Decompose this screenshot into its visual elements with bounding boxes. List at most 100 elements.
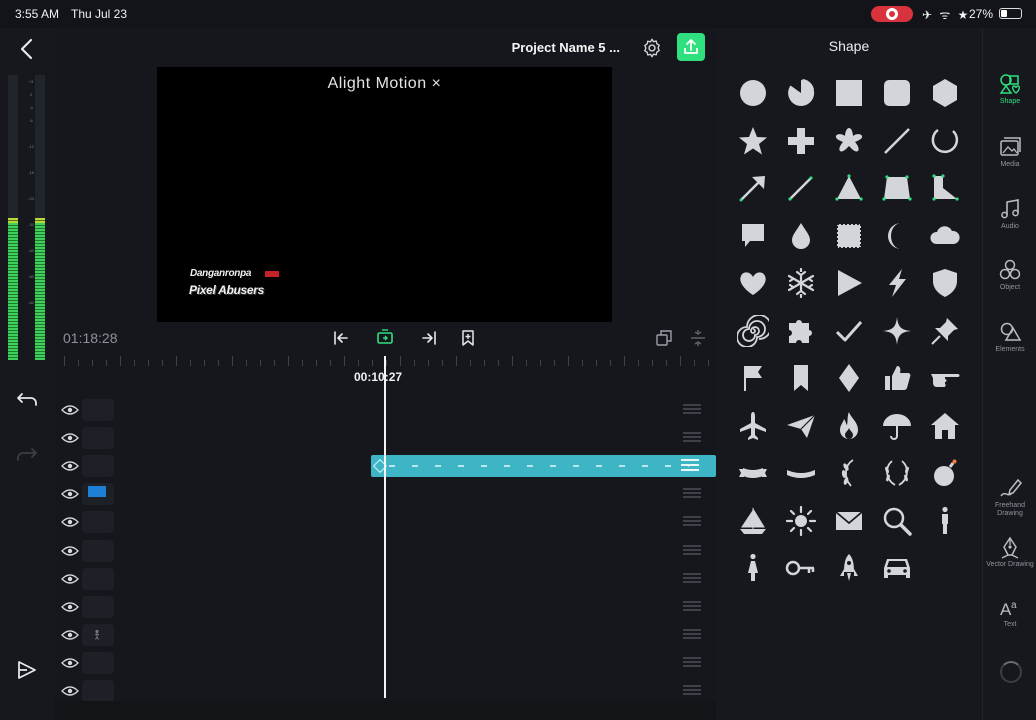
share-button[interactable] [677,33,705,61]
collapse-timeline-icon[interactable] [688,328,708,348]
layer-drag-handle[interactable] [683,572,701,585]
pointing-hand-icon[interactable] [929,362,961,394]
render-export-icon[interactable] [14,657,40,683]
layer-thumbnail[interactable] [82,567,114,590]
man-icon[interactable] [929,505,961,537]
triangle-mesh-icon[interactable] [833,172,865,204]
magnifier-icon[interactable] [881,505,913,537]
undo-icon[interactable] [14,385,40,411]
timeline-scroll-area[interactable] [54,701,716,720]
flower-icon[interactable] [833,125,865,157]
layer-drag-handle[interactable] [683,404,701,416]
category-freehand-drawing[interactable]: Freehand Drawing [983,476,1036,518]
umbrella-icon[interactable] [881,410,913,442]
key-icon[interactable] [785,552,817,584]
layer-drag-handle[interactable] [683,685,701,697]
layer-thumbnail[interactable] [82,595,114,618]
square-icon[interactable] [833,77,865,109]
snowflake-icon[interactable] [785,267,817,299]
shield-icon[interactable] [929,267,961,299]
playhead[interactable] [384,356,386,698]
thumbs-up-icon[interactable] [881,362,913,394]
loop-icon[interactable] [375,328,395,348]
copy-icon[interactable] [654,328,674,348]
layer-thumbnail[interactable] [82,511,114,534]
arc-icon[interactable] [929,125,961,157]
puzzle-icon[interactable] [785,315,817,347]
banner-icon[interactable] [785,457,817,489]
cloud-icon[interactable] [929,220,961,252]
line-icon[interactable] [881,125,913,157]
visibility-eye-icon[interactable] [61,684,79,696]
jump-to-end-icon[interactable] [419,328,439,348]
clip-drag-handle[interactable] [681,459,699,473]
jump-to-start-icon[interactable] [331,328,351,348]
category-elements[interactable]: Elements [983,320,1036,354]
pushpin-icon[interactable] [929,315,961,347]
visibility-eye-icon[interactable] [61,459,79,471]
airplane-icon[interactable] [737,410,769,442]
canvas-preview[interactable]: Alight Motion × Danganronpa Pixel Abuser… [157,67,612,322]
back-icon[interactable] [14,36,40,62]
layer-thumbnail[interactable] [82,399,114,421]
visibility-eye-icon[interactable] [61,403,79,415]
visibility-eye-icon[interactable] [61,656,79,668]
laurel-half-icon[interactable] [833,457,865,489]
speech-bubble-icon[interactable] [737,220,769,252]
redo-icon[interactable] [14,440,40,466]
visibility-eye-icon[interactable] [61,544,79,556]
bookmark-icon[interactable] [785,362,817,394]
layer-drag-handle[interactable] [683,628,701,641]
trapezoid-mesh-icon[interactable] [881,172,913,204]
pencil-line-icon[interactable] [785,172,817,204]
layer-drag-handle[interactable] [683,544,701,557]
layer-drag-handle[interactable] [683,656,701,669]
diamond-icon[interactable] [833,362,865,394]
hexagon-icon[interactable] [929,77,961,109]
visibility-eye-icon[interactable] [61,600,79,612]
crescent-icon[interactable] [881,220,913,252]
sun-icon[interactable] [785,505,817,537]
plus-icon[interactable] [785,125,817,157]
spiral-icon[interactable] [737,314,769,347]
category-object[interactable]: Object [983,258,1036,292]
category-text[interactable]: Aa Text [983,595,1036,629]
visibility-eye-icon[interactable] [61,431,79,443]
category-vector-drawing[interactable]: Vector Drawing [983,535,1036,569]
layer-drag-handle[interactable] [683,432,701,444]
ribbon-icon[interactable] [737,457,769,489]
sailboat-icon[interactable] [737,505,769,537]
category-media[interactable]: Media [983,135,1036,169]
watermark[interactable]: Alight Motion × [157,75,612,93]
settings-gear-icon[interactable] [641,37,663,59]
layer-drag-handle[interactable] [683,516,701,528]
play-icon[interactable] [833,267,865,299]
house-icon[interactable] [929,410,961,442]
flame-icon[interactable] [833,410,865,442]
star-icon[interactable] [737,125,769,157]
paper-plane-icon[interactable] [785,410,817,442]
check-icon[interactable] [833,315,865,347]
corner-mesh-icon[interactable] [929,172,961,204]
lightning-icon[interactable] [881,267,913,299]
circle-icon[interactable] [737,77,769,109]
layer-drag-handle[interactable] [683,600,701,613]
sparkle-icon[interactable] [881,315,913,347]
drop-icon[interactable] [785,220,817,252]
car-icon[interactable] [881,552,913,584]
laurel-icon[interactable] [881,457,913,489]
rounded-square-icon[interactable] [881,77,913,109]
category-shape[interactable]: Shape [983,72,1036,106]
layer-thumbnail[interactable] [82,651,114,674]
visibility-eye-icon[interactable] [61,487,79,499]
envelope-icon[interactable] [833,505,865,537]
layer-thumbnail[interactable] [82,680,114,702]
selected-layer-clip[interactable] [371,455,716,477]
woman-icon[interactable] [737,552,769,584]
arrow-icon[interactable] [737,172,769,204]
visibility-eye-icon[interactable] [61,515,79,528]
category-audio[interactable]: Audio [983,197,1036,231]
layer-thumbnail[interactable] [82,427,114,450]
visibility-eye-icon[interactable] [61,628,79,640]
stamp-icon[interactable] [833,220,865,252]
